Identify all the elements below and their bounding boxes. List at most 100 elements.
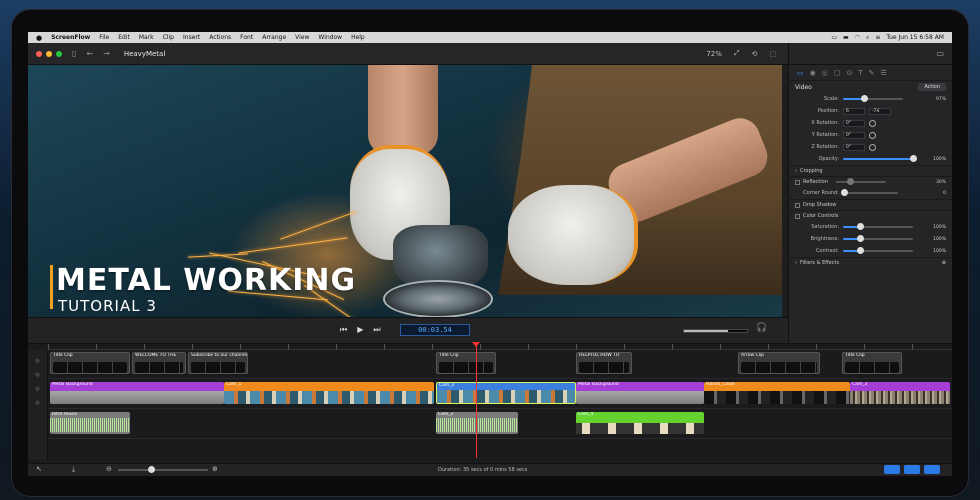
track-4-icon[interactable]: ◎ [28,400,47,406]
video-title-main[interactable]: METAL WORKING [56,263,356,298]
brightness-slider-knob[interactable] [857,235,864,242]
timeline-clip[interactable]: WELCOME TO THE [132,352,186,374]
contrast-slider-knob[interactable] [857,247,864,254]
properties-button[interactable] [924,465,940,474]
reflection-slider[interactable] [835,178,886,185]
saturation-value[interactable]: 100% [933,225,946,230]
track-3-icon[interactable]: ◎ [28,386,47,392]
sidebar-toggle-icon[interactable]: ▯ [72,49,76,58]
apple-icon[interactable]: ● [36,34,42,42]
battery-icon[interactable]: ▬ [843,34,849,41]
minimize-window-button[interactable] [46,50,52,57]
track-1-icon[interactable]: ◎ [28,358,47,364]
playhead[interactable] [476,343,477,458]
menu-insert[interactable]: Insert [183,34,200,41]
menu-clock[interactable]: Tue Jun 15 6:58 AM [886,34,944,41]
position-y-field[interactable]: -74 [869,107,891,115]
menu-actions[interactable]: Actions [209,34,231,41]
screen-tab-icon[interactable]: ▢ [834,69,841,77]
zoom-window-button[interactable] [56,50,62,57]
screen-record-icon[interactable]: ▭ [831,34,837,41]
timeline-zoom-knob[interactable] [148,466,155,473]
play-icon[interactable]: ▶ [357,325,363,335]
timeline[interactable]: ◎ ◎ ◎ ◎ Title Clip WELCOME TO THE Subscr… [28,343,952,463]
saturation-slider-knob[interactable] [857,223,864,230]
track-2-icon[interactable]: ◎ [28,372,47,378]
contrast-value[interactable]: 100% [933,249,946,254]
x-rotation-knob-icon[interactable] [869,119,876,127]
rewind-icon[interactable]: ⏮ [340,325,347,335]
scale-slider[interactable] [843,95,903,102]
reflection-slider-knob[interactable] [847,178,855,185]
corner-round-value[interactable]: 0 [943,191,946,196]
zoom-out-icon[interactable]: ⊖ [106,465,112,473]
z-rotation-knob-icon[interactable] [869,143,876,151]
control-center-icon[interactable]: ≡ [875,34,880,41]
opacity-slider-knob[interactable] [909,155,917,162]
menu-file[interactable]: File [99,34,109,41]
inspector-toggle-icon[interactable]: ▭ [936,49,944,58]
back-arrow-icon[interactable]: ← [86,49,93,58]
zoom-in-icon[interactable]: ⊕ [212,465,218,473]
touch-tab-icon[interactable]: ☰ [881,69,887,77]
close-window-button[interactable] [36,50,42,57]
timeline-clip[interactable]: Title Clip [50,352,130,374]
disclosure-chevron-icon[interactable]: › [795,168,797,174]
share-icon[interactable]: ⬚ [769,50,776,58]
timeline-ruler[interactable] [48,344,952,350]
menu-view[interactable]: View [295,34,309,41]
reflection-checkbox[interactable] [795,179,800,185]
search-icon[interactable]: ⌕ [866,34,869,42]
wifi-icon[interactable]: ◠ [855,34,860,41]
timeline-clip[interactable]: Title Clip [842,352,902,374]
timeline-clip[interactable]: Title Clip [436,352,496,374]
saturation-slider[interactable] [843,223,913,230]
add-filter-icon[interactable]: ⊕ [942,260,946,266]
annotation-tab-icon[interactable]: ✎ [869,69,875,77]
timeline-clip[interactable]: Hands_Close [704,382,850,404]
video-tab-icon[interactable]: ▭ [797,69,804,77]
edit-tool-icon[interactable]: ⤓ [72,465,75,474]
drop-shadow-checkbox[interactable] [795,202,800,208]
volume-slider[interactable] [683,329,748,333]
pointer-tool-icon[interactable]: ↖ [36,465,42,473]
x-rotation-field[interactable]: 0° [843,119,865,127]
disclosure-chevron-icon[interactable]: › [795,260,797,266]
fast-forward-icon[interactable]: ⏭ [373,325,380,335]
y-rotation-knob-icon[interactable] [869,131,876,139]
text-tab-icon[interactable]: T [858,69,862,77]
timeline-clip[interactable]: Subscribe to our channel [188,352,248,374]
timeline-clip[interactable]: Intro music [50,412,130,434]
forward-arrow-icon[interactable]: → [103,49,110,58]
brightness-slider[interactable] [843,235,913,242]
preview-canvas[interactable]: METAL WORKING TUTORIAL 3 [28,65,782,317]
timecode-display[interactable]: 00:03.54 [400,324,470,336]
opacity-slider[interactable] [843,155,917,162]
color-controls-checkbox[interactable] [795,213,800,219]
reflection-value[interactable]: 30% [936,180,946,185]
timeline-clip[interactable]: Metal Background [576,382,704,404]
timeline-clip[interactable]: Cam_4 [576,412,704,434]
opacity-value[interactable]: 100% [933,157,946,162]
menu-window[interactable]: Window [318,34,342,41]
timeline-clip[interactable]: Arrow Clip [738,352,820,374]
menu-edit[interactable]: Edit [118,34,130,41]
position-x-field[interactable]: 6 [843,107,865,115]
timeline-zoom-slider[interactable] [118,466,208,473]
scale-slider-knob[interactable] [860,95,868,102]
timeline-clip[interactable]: Cam_3 [850,382,950,404]
timeline-clip[interactable]: Metal Background [50,382,224,404]
z-rotation-field[interactable]: 0° [843,143,865,151]
rotate-icon[interactable]: ⟲ [752,50,758,58]
menu-arrange[interactable]: Arrange [262,34,286,41]
timeline-clip[interactable]: Cam_1 [224,382,434,404]
headphones-icon[interactable]: 🎧 [756,323,767,333]
menu-help[interactable]: Help [351,34,365,41]
corner-round-slider-knob[interactable] [841,189,848,196]
corner-round-slider[interactable] [841,189,898,196]
menu-clip[interactable]: Clip [163,34,174,41]
contrast-slider[interactable] [843,247,913,254]
snap-button[interactable] [904,465,920,474]
brightness-value[interactable]: 100% [933,237,946,242]
menu-app-name[interactable]: ScreenFlow [51,34,90,41]
